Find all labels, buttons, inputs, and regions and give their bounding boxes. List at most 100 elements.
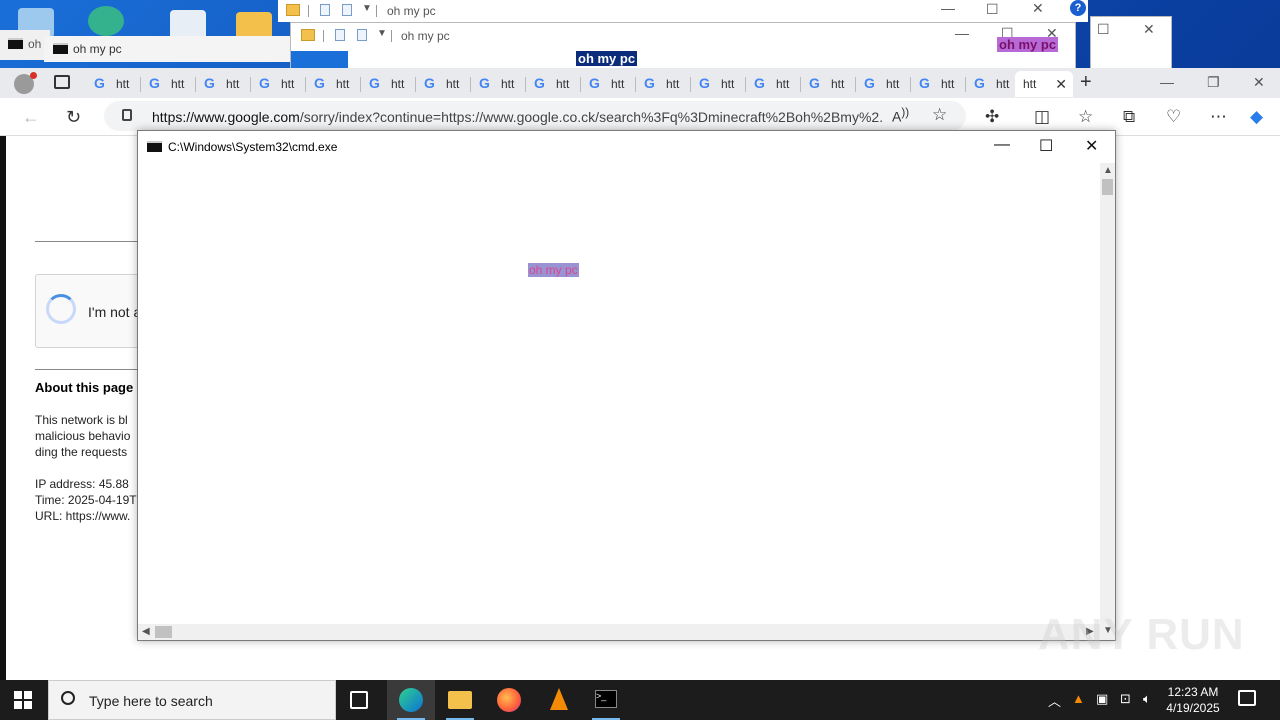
taskbar-vlc[interactable] bbox=[534, 680, 582, 720]
browser-tab[interactable]: Ghtt bbox=[306, 71, 361, 97]
taskbar-file-explorer[interactable] bbox=[436, 680, 484, 720]
cmd-window[interactable]: C:\Windows\System32\cmd.exe — ☐ ✕ oh my … bbox=[137, 130, 1116, 641]
close-icon[interactable]: ✕ bbox=[1032, 0, 1044, 17]
split-screen-icon[interactable]: ◫ bbox=[1034, 107, 1050, 127]
background-explorer-window-1[interactable]: ▼ oh my pc — ☐ ✕ bbox=[278, 0, 1088, 22]
close-icon[interactable]: ✕ bbox=[1143, 21, 1155, 38]
maximize-icon[interactable]: ☐ bbox=[1097, 21, 1110, 38]
minimize-icon[interactable]: — bbox=[994, 136, 1010, 154]
tab-title: htt bbox=[446, 77, 460, 91]
task-view-icon[interactable] bbox=[350, 691, 368, 709]
maximize-icon[interactable]: ☐ bbox=[1039, 136, 1053, 156]
chevron-down-icon[interactable]: ▼ bbox=[377, 28, 387, 39]
browser-tab[interactable]: Ghtt bbox=[856, 71, 911, 97]
minimize-icon[interactable]: — bbox=[1160, 74, 1174, 90]
background-cmd-window-2[interactable]: oh my pc bbox=[44, 36, 294, 62]
divider bbox=[35, 369, 145, 370]
browser-tab[interactable]: Ghtt bbox=[196, 71, 251, 97]
system-clock[interactable]: 12:23 AM 4/19/2025 bbox=[1162, 684, 1224, 716]
back-icon[interactable]: ← bbox=[22, 107, 40, 128]
google-favicon-icon: G bbox=[204, 75, 215, 91]
properties-icon[interactable] bbox=[320, 4, 330, 16]
url-text[interactable]: https://www.google.com/sorry/index?conti… bbox=[152, 109, 882, 125]
browser-tab[interactable]: Ghtt bbox=[691, 71, 746, 97]
restore-icon[interactable]: ❐ bbox=[1207, 74, 1220, 91]
chevron-up-icon[interactable]: ︿ bbox=[1048, 691, 1061, 710]
close-icon[interactable]: ✕ bbox=[1085, 136, 1098, 156]
collections-icon[interactable]: ⧉ bbox=[1123, 107, 1135, 127]
time-line: Time: 2025-04-19T bbox=[35, 493, 137, 507]
taskbar-cmd[interactable]: >_ bbox=[582, 680, 630, 720]
new-tab-icon[interactable]: + bbox=[1080, 71, 1092, 94]
browser-tab[interactable]: Ghtt bbox=[636, 71, 691, 97]
browser-tab[interactable]: Ghtt bbox=[141, 71, 196, 97]
refresh-icon[interactable]: ↻ bbox=[66, 107, 81, 128]
scroll-thumb[interactable] bbox=[1102, 179, 1113, 195]
device-icon[interactable]: ▣ bbox=[1096, 691, 1108, 707]
edge-desktop-icon[interactable] bbox=[88, 6, 124, 36]
browser-tab[interactable]: Ghtt bbox=[416, 71, 471, 97]
taskbar-firefox[interactable] bbox=[485, 680, 533, 720]
maximize-icon[interactable]: ☐ bbox=[986, 1, 999, 18]
taskbar: Type here to search >_ ︿ ▲ ▣ ⊡ 🔈︎ 12:23 … bbox=[0, 680, 1280, 720]
divider bbox=[35, 241, 145, 242]
minimize-icon[interactable]: — bbox=[941, 0, 955, 16]
recaptcha-box[interactable]: I'm not a bbox=[35, 274, 145, 348]
browser-tab[interactable]: Ghtt bbox=[86, 71, 141, 97]
browser-essentials-icon[interactable]: ♡ bbox=[1166, 107, 1181, 127]
new-folder-icon[interactable] bbox=[357, 29, 367, 41]
scroll-up-icon[interactable]: ▲ bbox=[1103, 165, 1113, 176]
new-folder-icon[interactable] bbox=[342, 4, 352, 16]
minimize-icon[interactable]: — bbox=[955, 25, 969, 41]
google-favicon-icon: G bbox=[589, 75, 600, 91]
copilot-icon[interactable]: ◆ bbox=[1250, 107, 1263, 127]
browser-tab[interactable]: Ghtt bbox=[966, 71, 1021, 97]
browser-tab[interactable]: Ghtt bbox=[471, 71, 526, 97]
background-cmd-window-1[interactable]: oh bbox=[0, 30, 50, 60]
background-window-right[interactable]: ☐ ✕ bbox=[1090, 16, 1172, 70]
taskbar-edge[interactable] bbox=[387, 680, 435, 720]
browser-tab[interactable]: Ghtt bbox=[526, 71, 581, 97]
vlc-tray-icon[interactable]: ▲ bbox=[1072, 691, 1085, 706]
tab-title: htt bbox=[171, 77, 185, 91]
cmd-title-bar[interactable]: C:\Windows\System32\cmd.exe — ☐ ✕ bbox=[138, 131, 1115, 161]
vertical-scrollbar[interactable]: ▲ ▼ bbox=[1100, 163, 1115, 640]
browser-tab[interactable]: Ghtt bbox=[251, 71, 306, 97]
tab-actions-icon[interactable] bbox=[54, 75, 70, 89]
favorites-icon[interactable]: ☆ bbox=[1078, 107, 1093, 127]
help-icon[interactable]: ? bbox=[1070, 0, 1086, 16]
volume-icon[interactable]: 🔈︎ bbox=[1143, 691, 1151, 707]
browser-tab[interactable]: Ghtt bbox=[361, 71, 416, 97]
close-icon[interactable]: ✕ bbox=[1253, 74, 1265, 91]
extensions-icon[interactable]: ✣ bbox=[985, 107, 999, 127]
browser-tab[interactable]: Ghtt bbox=[746, 71, 801, 97]
read-aloud-icon[interactable]: A)) bbox=[892, 106, 909, 125]
edge-icon bbox=[399, 688, 423, 712]
taskbar-search-box[interactable]: Type here to search bbox=[48, 680, 336, 720]
more-options-icon[interactable]: ⋯ bbox=[1210, 107, 1227, 127]
network-icon[interactable]: ⊡ bbox=[1120, 691, 1131, 707]
tab-title: htt bbox=[336, 77, 350, 91]
browser-tab[interactable]: Ghtt bbox=[911, 71, 966, 97]
folder-icon bbox=[448, 691, 472, 709]
browser-tab[interactable]: Ghtt bbox=[801, 71, 856, 97]
google-favicon-icon: G bbox=[864, 75, 875, 91]
windows-start-icon[interactable] bbox=[14, 691, 32, 709]
scroll-thumb[interactable] bbox=[155, 626, 172, 638]
properties-icon[interactable] bbox=[335, 29, 345, 41]
close-tab-icon[interactable]: ✕ bbox=[1055, 76, 1067, 93]
browser-tab[interactable]: Ghtt bbox=[581, 71, 636, 97]
address-bar[interactable]: https://www.google.com/sorry/index?conti… bbox=[104, 101, 966, 131]
horizontal-scrollbar[interactable]: ◀ ▶ bbox=[138, 624, 1100, 640]
browser-tab-active[interactable]: htt ✕ bbox=[1015, 71, 1073, 97]
background-explorer-window-2[interactable]: ▼ oh my pc — ☐ ✕ bbox=[290, 22, 1076, 71]
google-favicon-icon: G bbox=[644, 75, 655, 91]
selected-text-highlight: oh my pc bbox=[576, 51, 638, 66]
chevron-down-icon[interactable]: ▼ bbox=[362, 3, 372, 14]
favorite-star-icon[interactable]: ☆ bbox=[932, 105, 947, 125]
google-favicon-icon: G bbox=[534, 75, 545, 91]
scroll-left-icon[interactable]: ◀ bbox=[142, 626, 150, 637]
cmd-title: C:\Windows\System32\cmd.exe bbox=[168, 140, 338, 154]
notification-center-icon[interactable] bbox=[1238, 690, 1256, 706]
separator bbox=[308, 5, 309, 17]
